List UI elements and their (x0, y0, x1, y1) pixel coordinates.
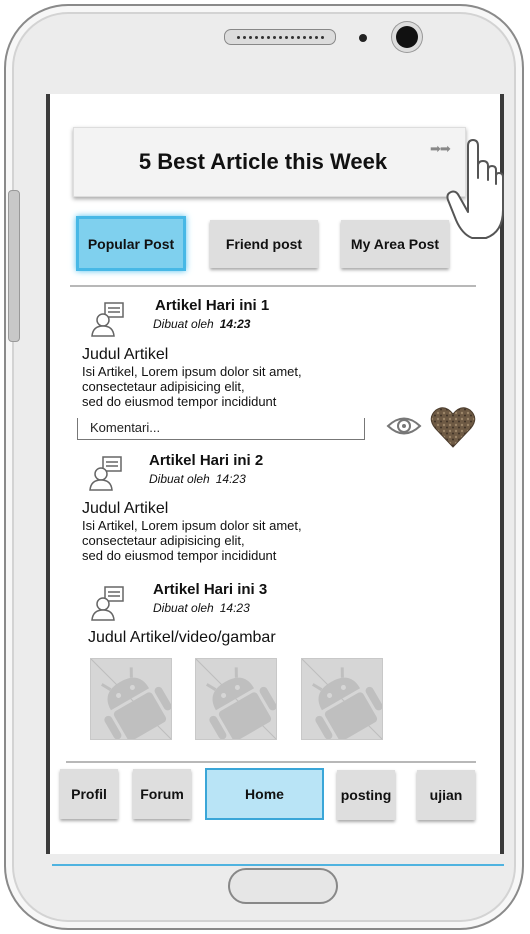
post-1-author-label: Dibuat oleh (153, 317, 214, 331)
volume-button (8, 190, 20, 342)
media-thumbnail[interactable] (195, 658, 277, 741)
nav-home-button[interactable]: Home (205, 768, 324, 820)
hardware-home-button[interactable] (228, 868, 338, 904)
post-1-body-line: consectetaur adipisicing elit, (82, 379, 245, 394)
post-2-time: 14:23 (215, 472, 246, 486)
post-1-body: Isi Artikel, Lorem ipsum dolor sit amet,… (82, 364, 302, 409)
post-1-heading: Judul Artikel (82, 346, 169, 363)
user-post-icon (89, 456, 122, 491)
post-1-body-line: Isi Artikel, Lorem ipsum dolor sit amet, (82, 364, 302, 379)
post-2-meta: Dibuat oleh 14:23 (149, 472, 246, 486)
post-3-time: 14:23 (219, 601, 250, 615)
nav-forum-button[interactable]: Forum (133, 769, 191, 819)
user-post-icon (91, 586, 124, 621)
post-1-body-line: sed do eiusmod tempor incididunt (82, 394, 277, 409)
hand-pointer-icon (446, 139, 504, 239)
user-post-icon (91, 302, 124, 337)
post-2-title[interactable]: Artikel Hari ini 2 (149, 452, 263, 469)
post-1-title[interactable]: Artikel Hari ini 1 (155, 297, 269, 314)
android-placeholder-icon (301, 658, 383, 741)
proximity-sensor (359, 34, 367, 42)
post-2-author-label: Dibuat oleh (149, 472, 210, 486)
post-2-body: Isi Artikel, Lorem ipsum dolor sit amet,… (82, 518, 302, 563)
nav-ujian-button[interactable]: ujian (417, 770, 475, 820)
nav-posting-button[interactable]: posting (337, 770, 395, 820)
nav-profil-button[interactable]: Profil (60, 769, 118, 819)
post-3-heading: Judul Artikel/video/gambar (88, 629, 276, 646)
media-thumbnail[interactable] (301, 658, 383, 741)
front-camera (396, 26, 418, 48)
banner-title: 5 Best Article this Week (138, 149, 388, 174)
media-thumbnail[interactable] (90, 658, 172, 741)
android-placeholder-icon (90, 658, 172, 741)
post-2-heading: Judul Artikel (82, 500, 169, 517)
post-1-time: 14:23 (219, 317, 251, 331)
android-placeholder-icon (195, 658, 277, 741)
post-2-body-line: Isi Artikel, Lorem ipsum dolor sit amet, (82, 518, 302, 533)
post-2-body-line: consectetaur adipisicing elit, (82, 533, 245, 548)
heart-icon[interactable] (430, 405, 476, 449)
post-3-title[interactable]: Artikel Hari ini 3 (153, 581, 267, 598)
tab-my-area-post[interactable]: My Area Post (341, 220, 449, 268)
post-3-meta: Dibuat oleh 14:23 (153, 601, 250, 615)
eye-icon[interactable] (386, 413, 422, 439)
post-1-meta: Dibuat oleh 14:23 (153, 317, 250, 331)
post-3-author-label: Dibuat oleh (153, 601, 214, 615)
speaker-grille (224, 29, 336, 45)
tab-popular-post[interactable]: Popular Post (76, 216, 186, 271)
divider (70, 285, 476, 287)
divider (66, 761, 476, 763)
comment-input[interactable]: Komentari... (77, 418, 365, 440)
screen-bottom-line (52, 864, 504, 866)
post-2-body-line: sed do eiusmod tempor incididunt (82, 548, 277, 563)
tab-friend-post[interactable]: Friend post (210, 220, 318, 268)
